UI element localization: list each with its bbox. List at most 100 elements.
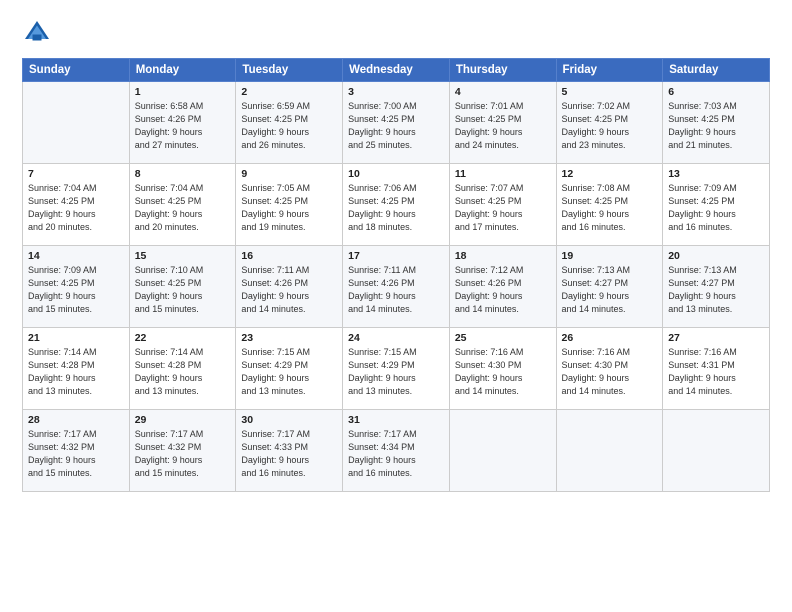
day-number: 26 xyxy=(562,332,658,344)
day-info: Sunrise: 7:17 AM Sunset: 4:34 PM Dayligh… xyxy=(348,428,444,480)
day-number: 24 xyxy=(348,332,444,344)
day-number: 13 xyxy=(668,168,764,180)
day-cell: 22 Sunrise: 7:14 AM Sunset: 4:28 PM Dayli… xyxy=(129,328,236,410)
day-info: Sunrise: 7:09 AM Sunset: 4:25 PM Dayligh… xyxy=(668,182,764,234)
day-cell: 6 Sunrise: 7:03 AM Sunset: 4:25 PM Daylig… xyxy=(663,82,770,164)
day-cell: 8 Sunrise: 7:04 AM Sunset: 4:25 PM Daylig… xyxy=(129,164,236,246)
logo xyxy=(22,18,56,48)
day-cell: 20Sunrise: 7:13 AM Sunset: 4:27 PM Dayli… xyxy=(663,246,770,328)
day-cell: 30Sunrise: 7:17 AM Sunset: 4:33 PM Dayli… xyxy=(236,410,343,492)
day-cell: 23Sunrise: 7:15 AM Sunset: 4:29 PM Dayli… xyxy=(236,328,343,410)
day-info: Sunrise: 7:14 AM Sunset: 4:28 PM Dayligh… xyxy=(28,346,124,398)
day-info: Sunrise: 7:17 AM Sunset: 4:32 PM Dayligh… xyxy=(135,428,231,480)
day-number: 29 xyxy=(135,414,231,426)
day-number: 11 xyxy=(455,168,551,180)
day-cell xyxy=(449,410,556,492)
day-cell: 16 Sunrise: 7:11 AM Sunset: 4:26 PM Dayli… xyxy=(236,246,343,328)
page: SundayMondayTuesdayWednesdayThursdayFrid… xyxy=(0,0,792,612)
day-info: Sunrise: 7:07 AM Sunset: 4:25 PM Dayligh… xyxy=(455,182,551,234)
day-cell: 3 Sunrise: 7:00 AM Sunset: 4:25 PM Daylig… xyxy=(343,82,450,164)
logo-icon xyxy=(22,18,52,48)
header-row: SundayMondayTuesdayWednesdayThursdayFrid… xyxy=(23,59,770,82)
day-number: 28 xyxy=(28,414,124,426)
day-number: 5 xyxy=(562,86,658,98)
day-info: Sunrise: 7:17 AM Sunset: 4:32 PM Dayligh… xyxy=(28,428,124,480)
day-number: 10 xyxy=(348,168,444,180)
col-header-thursday: Thursday xyxy=(449,59,556,82)
day-number: 15 xyxy=(135,250,231,262)
day-cell: 29 Sunrise: 7:17 AM Sunset: 4:32 PM Dayli… xyxy=(129,410,236,492)
day-cell: 11 Sunrise: 7:07 AM Sunset: 4:25 PM Dayli… xyxy=(449,164,556,246)
day-number: 21 xyxy=(28,332,124,344)
day-number: 22 xyxy=(135,332,231,344)
day-number: 12 xyxy=(562,168,658,180)
day-cell: 15 Sunrise: 7:10 AM Sunset: 4:25 PM Dayli… xyxy=(129,246,236,328)
calendar-table: SundayMondayTuesdayWednesdayThursdayFrid… xyxy=(22,58,770,492)
day-number: 9 xyxy=(241,168,337,180)
day-info: Sunrise: 7:13 AM Sunset: 4:27 PM Dayligh… xyxy=(668,264,764,316)
day-info: Sunrise: 7:16 AM Sunset: 4:31 PM Dayligh… xyxy=(668,346,764,398)
day-cell: 31 Sunrise: 7:17 AM Sunset: 4:34 PM Dayli… xyxy=(343,410,450,492)
week-row-3: 21 Sunrise: 7:14 AM Sunset: 4:28 PM Dayli… xyxy=(23,328,770,410)
day-info: Sunrise: 7:16 AM Sunset: 4:30 PM Dayligh… xyxy=(562,346,658,398)
day-info: Sunrise: 7:04 AM Sunset: 4:25 PM Dayligh… xyxy=(135,182,231,234)
day-number: 3 xyxy=(348,86,444,98)
week-row-1: 7 Sunrise: 7:04 AM Sunset: 4:25 PM Daylig… xyxy=(23,164,770,246)
day-info: Sunrise: 7:16 AM Sunset: 4:30 PM Dayligh… xyxy=(455,346,551,398)
day-cell: 21 Sunrise: 7:14 AM Sunset: 4:28 PM Dayli… xyxy=(23,328,130,410)
day-number: 27 xyxy=(668,332,764,344)
day-info: Sunrise: 7:09 AM Sunset: 4:25 PM Dayligh… xyxy=(28,264,124,316)
day-info: Sunrise: 7:11 AM Sunset: 4:26 PM Dayligh… xyxy=(241,264,337,316)
day-cell: 24 Sunrise: 7:15 AM Sunset: 4:29 PM Dayli… xyxy=(343,328,450,410)
day-number: 19 xyxy=(562,250,658,262)
day-cell: 27 Sunrise: 7:16 AM Sunset: 4:31 PM Dayli… xyxy=(663,328,770,410)
day-info: Sunrise: 7:03 AM Sunset: 4:25 PM Dayligh… xyxy=(668,100,764,152)
day-number: 23 xyxy=(241,332,337,344)
day-cell: 7 Sunrise: 7:04 AM Sunset: 4:25 PM Daylig… xyxy=(23,164,130,246)
day-info: Sunrise: 7:01 AM Sunset: 4:25 PM Dayligh… xyxy=(455,100,551,152)
col-header-wednesday: Wednesday xyxy=(343,59,450,82)
day-number: 17 xyxy=(348,250,444,262)
day-cell: 4 Sunrise: 7:01 AM Sunset: 4:25 PM Daylig… xyxy=(449,82,556,164)
day-cell: 12 Sunrise: 7:08 AM Sunset: 4:25 PM Dayli… xyxy=(556,164,663,246)
day-cell: 14 Sunrise: 7:09 AM Sunset: 4:25 PM Dayli… xyxy=(23,246,130,328)
day-number: 8 xyxy=(135,168,231,180)
day-number: 25 xyxy=(455,332,551,344)
day-info: Sunrise: 7:04 AM Sunset: 4:25 PM Dayligh… xyxy=(28,182,124,234)
day-cell: 5 Sunrise: 7:02 AM Sunset: 4:25 PM Daylig… xyxy=(556,82,663,164)
col-header-friday: Friday xyxy=(556,59,663,82)
week-row-2: 14 Sunrise: 7:09 AM Sunset: 4:25 PM Dayli… xyxy=(23,246,770,328)
day-cell xyxy=(663,410,770,492)
day-cell: 13 Sunrise: 7:09 AM Sunset: 4:25 PM Dayli… xyxy=(663,164,770,246)
day-number: 4 xyxy=(455,86,551,98)
day-info: Sunrise: 7:14 AM Sunset: 4:28 PM Dayligh… xyxy=(135,346,231,398)
day-number: 6 xyxy=(668,86,764,98)
day-cell: 9 Sunrise: 7:05 AM Sunset: 4:25 PM Daylig… xyxy=(236,164,343,246)
day-number: 1 xyxy=(135,86,231,98)
day-cell: 18Sunrise: 7:12 AM Sunset: 4:26 PM Dayli… xyxy=(449,246,556,328)
day-cell: 1 Sunrise: 6:58 AM Sunset: 4:26 PM Daylig… xyxy=(129,82,236,164)
day-info: Sunrise: 7:06 AM Sunset: 4:25 PM Dayligh… xyxy=(348,182,444,234)
day-number: 7 xyxy=(28,168,124,180)
day-info: Sunrise: 7:05 AM Sunset: 4:25 PM Dayligh… xyxy=(241,182,337,234)
day-info: Sunrise: 7:00 AM Sunset: 4:25 PM Dayligh… xyxy=(348,100,444,152)
week-row-0: 1 Sunrise: 6:58 AM Sunset: 4:26 PM Daylig… xyxy=(23,82,770,164)
day-cell: 26 Sunrise: 7:16 AM Sunset: 4:30 PM Dayli… xyxy=(556,328,663,410)
day-info: Sunrise: 7:11 AM Sunset: 4:26 PM Dayligh… xyxy=(348,264,444,316)
day-cell: 10 Sunrise: 7:06 AM Sunset: 4:25 PM Dayli… xyxy=(343,164,450,246)
day-cell xyxy=(23,82,130,164)
week-row-4: 28 Sunrise: 7:17 AM Sunset: 4:32 PM Dayli… xyxy=(23,410,770,492)
day-number: 14 xyxy=(28,250,124,262)
day-info: Sunrise: 7:02 AM Sunset: 4:25 PM Dayligh… xyxy=(562,100,658,152)
day-number: 31 xyxy=(348,414,444,426)
day-number: 2 xyxy=(241,86,337,98)
day-info: Sunrise: 6:58 AM Sunset: 4:26 PM Dayligh… xyxy=(135,100,231,152)
day-info: Sunrise: 7:10 AM Sunset: 4:25 PM Dayligh… xyxy=(135,264,231,316)
day-number: 16 xyxy=(241,250,337,262)
day-info: Sunrise: 7:15 AM Sunset: 4:29 PM Dayligh… xyxy=(348,346,444,398)
day-cell: 25 Sunrise: 7:16 AM Sunset: 4:30 PM Dayli… xyxy=(449,328,556,410)
day-info: Sunrise: 7:12 AM Sunset: 4:26 PM Dayligh… xyxy=(455,264,551,316)
day-cell: 28 Sunrise: 7:17 AM Sunset: 4:32 PM Dayli… xyxy=(23,410,130,492)
day-cell: 17 Sunrise: 7:11 AM Sunset: 4:26 PM Dayli… xyxy=(343,246,450,328)
day-info: Sunrise: 7:08 AM Sunset: 4:25 PM Dayligh… xyxy=(562,182,658,234)
